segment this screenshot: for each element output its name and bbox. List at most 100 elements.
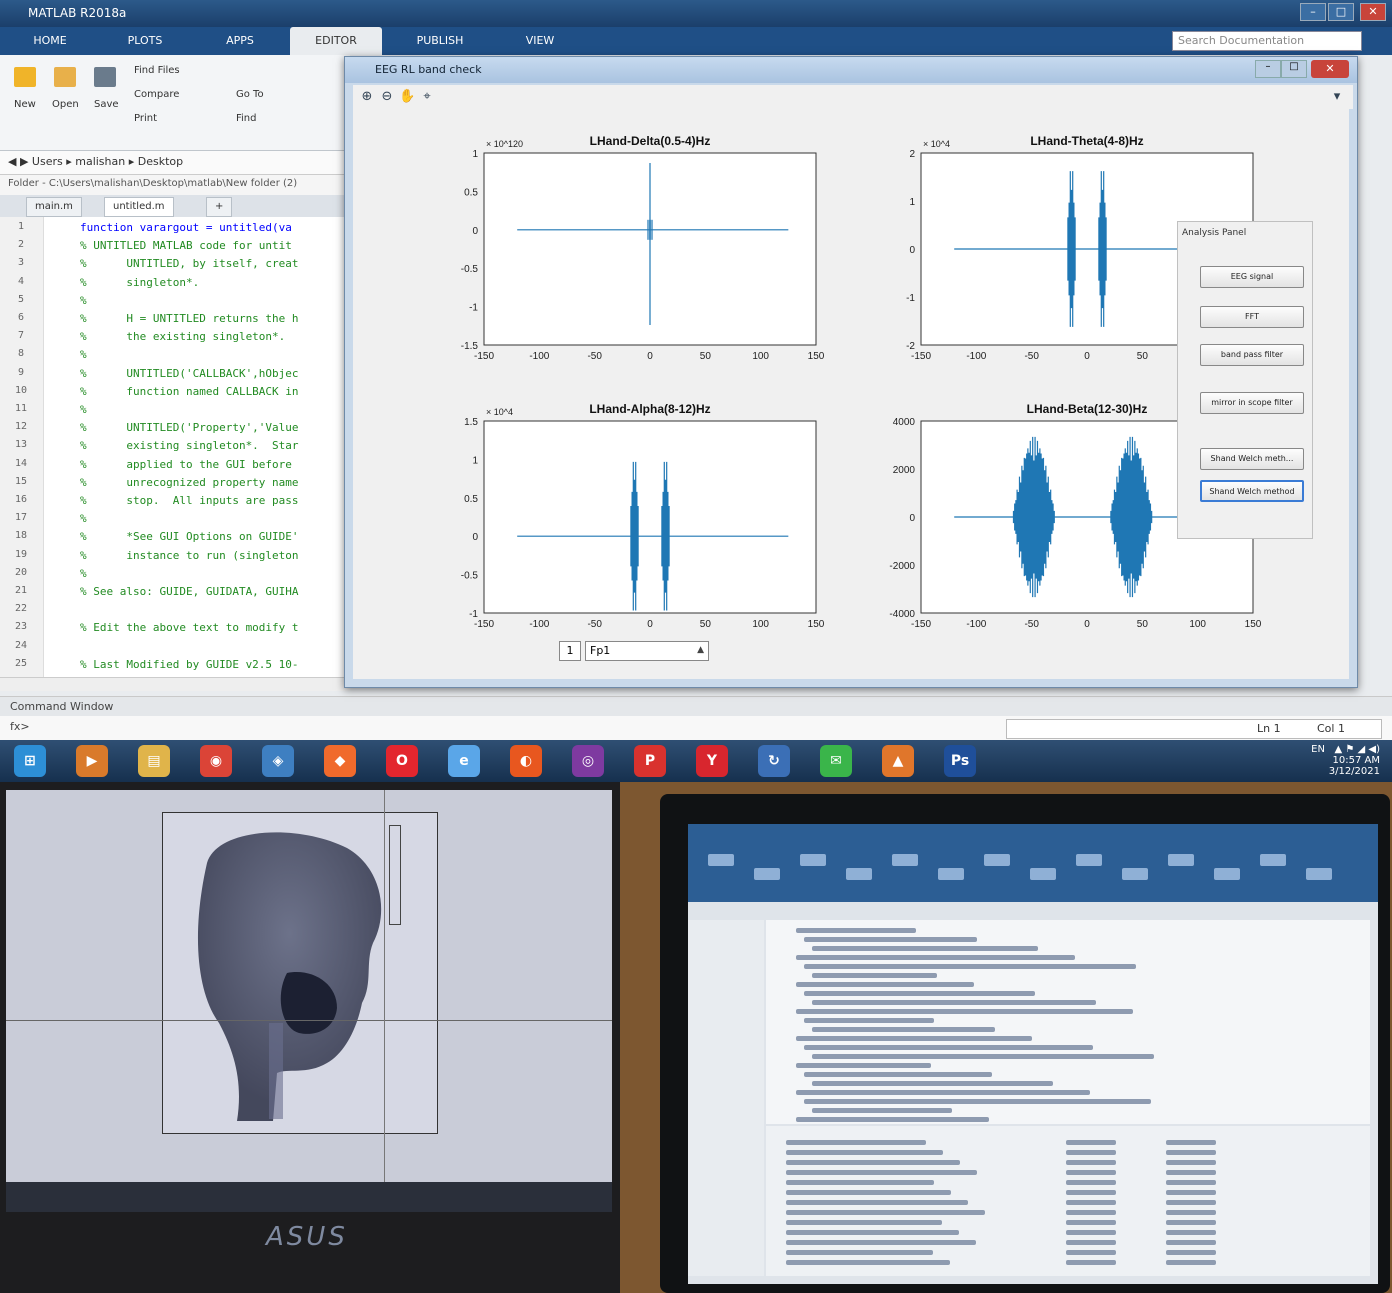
y-tick-label: -0.5 bbox=[461, 264, 479, 275]
x-tick-label: -50 bbox=[1024, 619, 1039, 630]
photo-laptop-matlab bbox=[620, 782, 1392, 1293]
x-tick-label: -50 bbox=[587, 351, 602, 362]
updater-icon[interactable]: ↻ bbox=[758, 745, 790, 777]
tab-plots[interactable]: PLOTS bbox=[105, 27, 185, 55]
window-title: MATLAB R2018a bbox=[28, 6, 127, 20]
search-documentation-input[interactable]: Search Documentation bbox=[1172, 31, 1362, 51]
y-tick-label: 1 bbox=[472, 149, 478, 160]
tab-publish[interactable]: PUBLISH bbox=[400, 27, 480, 55]
file-tab-untitled[interactable]: untitled.m bbox=[104, 197, 174, 217]
zoom-in-icon[interactable]: ⊕ bbox=[359, 89, 375, 105]
chrome-icon[interactable]: ◉ bbox=[200, 745, 232, 777]
brave-icon[interactable]: ◆ bbox=[324, 745, 356, 777]
code-line: % bbox=[80, 403, 87, 416]
eeg-signal-button[interactable]: EEG signal bbox=[1200, 266, 1304, 288]
y-tick-label: 4000 bbox=[893, 417, 916, 428]
tab-home[interactable]: HOME bbox=[10, 27, 90, 55]
line-number: 2 bbox=[17, 239, 25, 251]
y-tick-label: 0.5 bbox=[464, 187, 478, 198]
code-line-photo bbox=[812, 1054, 1154, 1059]
new-button[interactable]: New bbox=[14, 99, 36, 110]
pinterest-icon[interactable]: P bbox=[634, 745, 666, 777]
channel-select[interactable]: Fp1 ▲ bbox=[585, 641, 709, 661]
file-explorer-icon[interactable]: ▤ bbox=[138, 745, 170, 777]
code-line-photo bbox=[796, 1117, 989, 1122]
status-line: Ln 1 bbox=[1257, 722, 1281, 735]
browser-icon-icon[interactable]: ◈ bbox=[262, 745, 294, 777]
data-cursor-icon[interactable]: ⌖ bbox=[419, 89, 435, 105]
channel-number-field[interactable]: 1 bbox=[559, 641, 581, 661]
matlab-icon[interactable]: ▲ bbox=[882, 745, 914, 777]
code-line: % UNTITLED, by itself, creat bbox=[80, 257, 299, 271]
compare-button[interactable]: Compare bbox=[134, 89, 179, 100]
clock-time[interactable]: 10:57 AM bbox=[1333, 755, 1380, 766]
minimize-button[interactable]: – bbox=[1300, 3, 1326, 21]
line-number: 4 bbox=[17, 275, 25, 287]
y-tick-label: 0 bbox=[472, 226, 478, 237]
welch-method-button-2[interactable]: Shand Welch method bbox=[1200, 480, 1304, 502]
code-editor[interactable]: 1 2 3 4 5 6 7 8 9 10 11 12 13 14 15 16 17 18 19 20 21 22 23 24 2… bbox=[0, 217, 350, 677]
wechat-icon[interactable]: ✉ bbox=[820, 745, 852, 777]
app-icon-icon[interactable]: ◐ bbox=[510, 745, 542, 777]
maximize-button[interactable]: □ bbox=[1328, 3, 1354, 21]
ribbon-button-photo bbox=[1030, 868, 1056, 880]
figure-close-button[interactable]: ✕ bbox=[1311, 60, 1349, 78]
go-to-button[interactable]: Go To bbox=[236, 89, 264, 100]
code-line-photo bbox=[812, 973, 937, 978]
band-pass-filter-button[interactable]: band pass filter bbox=[1200, 344, 1304, 366]
code-line: % *See GUI Options on GUIDE' bbox=[80, 530, 299, 544]
internet-explorer-icon[interactable]: e bbox=[448, 745, 480, 777]
line-number: 8 bbox=[17, 348, 25, 360]
network-icon[interactable]: ▲ ⚑ ◢ ◀) bbox=[1335, 744, 1380, 755]
code-line-photo bbox=[812, 1081, 1053, 1086]
tab-apps[interactable]: APPS bbox=[200, 27, 280, 55]
close-button[interactable]: ✕ bbox=[1360, 3, 1386, 21]
matlab-titlebar: MATLAB R2018a – □ ✕ bbox=[0, 0, 1392, 27]
y-tick-label: -1 bbox=[906, 293, 915, 304]
print-button[interactable]: Print bbox=[134, 113, 157, 124]
xray-plot bbox=[162, 812, 438, 1134]
x-tick-label: 0 bbox=[1084, 351, 1090, 362]
x-tick-label: -150 bbox=[474, 351, 494, 362]
tab-editor[interactable]: EDITOR bbox=[290, 27, 382, 55]
yandex-icon[interactable]: Y bbox=[696, 745, 728, 777]
fft-button[interactable]: FFT bbox=[1200, 306, 1304, 328]
toolbox-row-photo bbox=[786, 1230, 959, 1235]
figure-maximize-button[interactable]: □ bbox=[1281, 60, 1307, 78]
chevron-down-icon[interactable]: ▾ bbox=[1329, 89, 1345, 105]
open-button[interactable]: Open bbox=[52, 99, 79, 110]
tab-view[interactable]: VIEW bbox=[500, 27, 580, 55]
windows-start-icon[interactable]: ⊞ bbox=[14, 745, 46, 777]
y-tick-label: 1 bbox=[472, 455, 478, 466]
language-indicator[interactable]: EN bbox=[1311, 744, 1325, 755]
welch-method-button-1[interactable]: Shand Welch meth... bbox=[1200, 448, 1304, 470]
plot-title: LHand-Theta(4-8)Hz bbox=[1030, 134, 1143, 148]
find-files-button[interactable]: Find Files bbox=[134, 65, 180, 76]
ribbon-button-photo bbox=[892, 854, 918, 866]
new-tab-button[interactable]: + bbox=[206, 197, 233, 217]
mirror-filter-button[interactable]: mirror in scope filter bbox=[1200, 392, 1304, 414]
save-button[interactable]: Save bbox=[94, 99, 119, 110]
line-number: 7 bbox=[17, 330, 25, 342]
toolbox-row-photo bbox=[786, 1150, 943, 1155]
media-player-icon[interactable]: ▶ bbox=[76, 745, 108, 777]
x-tick-label: 50 bbox=[700, 351, 712, 362]
back-arrow-icon[interactable]: ◀ ▶ bbox=[8, 155, 32, 168]
code-line: % instance to run (singleton bbox=[80, 548, 299, 562]
code-line: % unrecognized property name bbox=[80, 475, 299, 489]
find-button[interactable]: Find bbox=[236, 113, 257, 124]
photoshop-icon[interactable]: Ps bbox=[944, 745, 976, 777]
opera-icon[interactable]: O bbox=[386, 745, 418, 777]
figure-minimize-button[interactable]: – bbox=[1255, 60, 1281, 78]
code-line-photo bbox=[804, 991, 1035, 996]
crosshair-vertical bbox=[384, 790, 385, 1182]
code-line: % singleton*. bbox=[80, 275, 200, 289]
file-tab-main[interactable]: main.m bbox=[26, 197, 82, 217]
pan-icon[interactable]: ✋ bbox=[399, 89, 415, 105]
code-line: % UNTITLED MATLAB code for untit bbox=[80, 239, 292, 253]
editor-horizontal-scrollbar[interactable] bbox=[0, 677, 350, 691]
current-folder-address[interactable]: ◀ ▶ Users ▸ malishan ▸ Desktop bbox=[0, 151, 350, 175]
x-tick-label: 100 bbox=[1189, 619, 1206, 630]
tor-browser-icon[interactable]: ◎ bbox=[572, 745, 604, 777]
zoom-out-icon[interactable]: ⊖ bbox=[379, 89, 395, 105]
